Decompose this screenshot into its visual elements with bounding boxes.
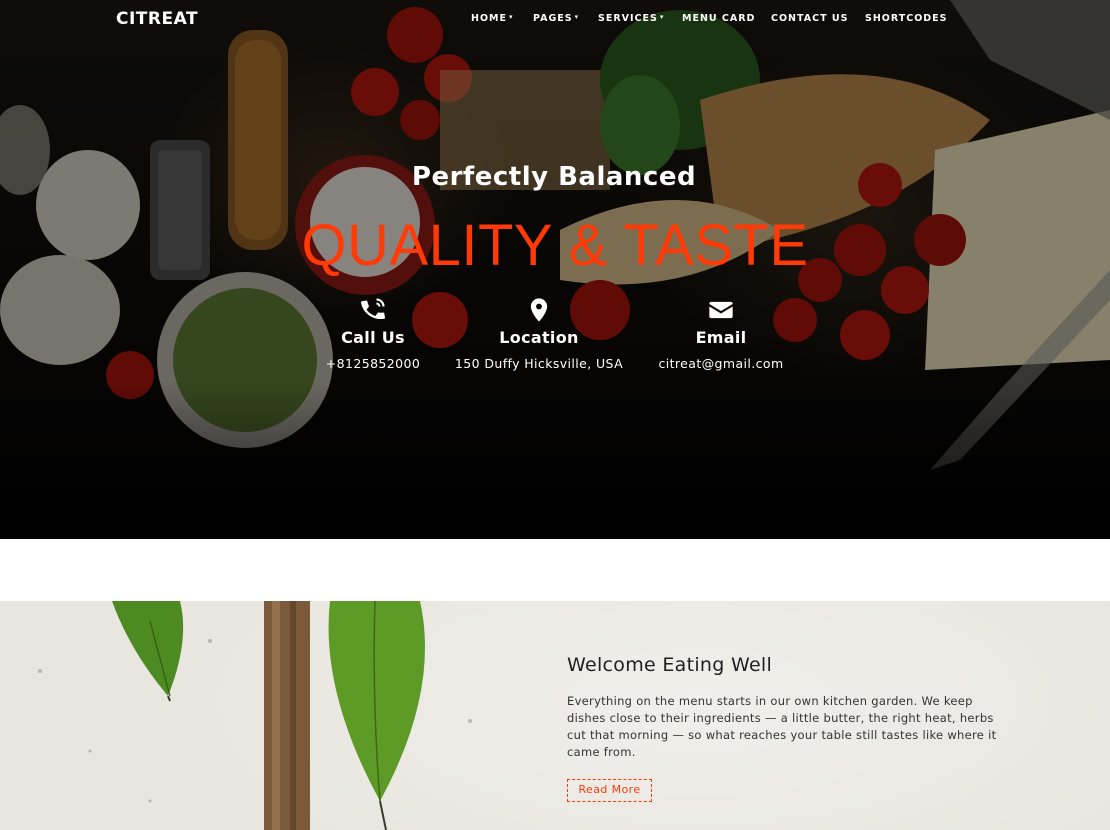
nav-item-shortcodes[interactable]: SHORTCODES [865,13,948,24]
chevron-down-icon: ▾ [574,13,580,21]
nav-item-home[interactable]: HOME ▾ [471,13,514,24]
contact-value: 150 Duffy Hicksville, USA [454,356,624,371]
welcome-content: Welcome Eating Well Everything on the me… [567,654,1007,802]
location-pin-icon [530,298,548,322]
nav-item-label: PAGES [533,13,573,24]
hero-title: QUALITY & TASTE [301,213,809,278]
envelope-icon [709,301,733,319]
nav-item-label: CONTACT US [771,13,849,24]
hero-banner: CITREAT HOME ▾ PAGES ▾ SERVICES ▾ MENU CARD… [0,0,1110,539]
contact-label: Location [499,328,579,347]
nav-item-contact-us[interactable]: CONTACT US [771,13,848,24]
nav-menu: HOME ▾ PAGES ▾ SERVICES ▾ MENU CARD CONTACT… [0,13,1110,27]
nav-item-menu-card[interactable]: MENU CARD [682,13,755,24]
nav-item-services[interactable]: SERVICES ▾ [598,13,664,24]
welcome-body: Everything on the menu starts in our own… [567,694,997,759]
top-navbar: CITREAT HOME ▾ PAGES ▾ SERVICES ▾ MENU CARD… [0,0,1110,38]
nav-item-label: MENU CARD [682,13,756,24]
hero-subtitle-wrap: Perfectly Balanced [0,162,1110,192]
chevron-down-icon: ▾ [508,13,514,21]
nav-item-label: SHORTCODES [865,13,948,24]
phone-icon [361,298,385,320]
nav-item-label: HOME [471,13,507,24]
nav-item-pages[interactable]: PAGES ▾ [533,13,579,24]
hero-subtitle: Perfectly Balanced [411,162,697,192]
nav-item-label: SERVICES [598,13,658,24]
contact-label: Email [695,328,747,347]
section-spacer [0,539,1110,601]
welcome-title: Welcome Eating Well [567,654,773,676]
herb-leaves-image [38,601,472,830]
contact-location: Location 150 Duffy Hicksville, USA [439,296,639,371]
chevron-down-icon: ▾ [659,13,665,21]
contact-email: Email citreat@gmail.com [621,296,821,371]
welcome-section: Welcome Eating Well Everything on the me… [0,601,1110,830]
read-more-button[interactable]: Read More [567,779,652,802]
contact-value: citreat@gmail.com [658,356,784,371]
hero-title-wrap: QUALITY & TASTE [0,212,1110,279]
